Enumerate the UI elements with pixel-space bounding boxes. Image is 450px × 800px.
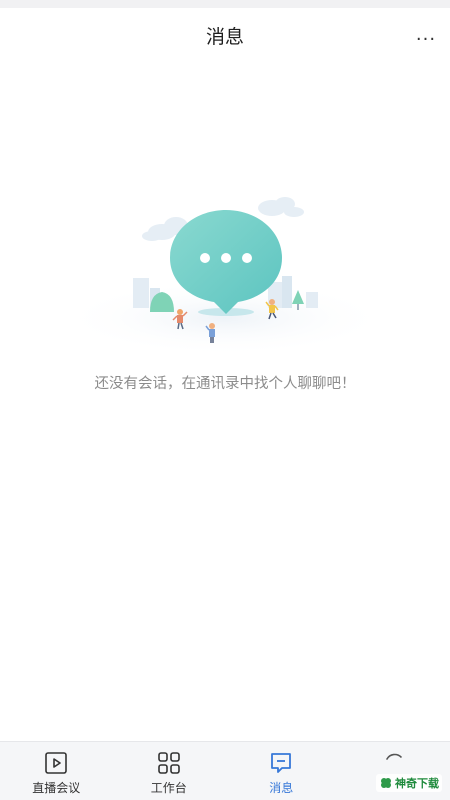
building-right-3 — [306, 292, 318, 308]
tab-workbench[interactable]: 工作台 — [113, 742, 226, 800]
navigation-bar: 消息 ... — [0, 8, 450, 60]
watermark-text: 神奇下载 — [395, 777, 439, 790]
loading-spinner-icon — [385, 753, 402, 760]
bubble-dot-1 — [200, 253, 210, 263]
building-left — [133, 278, 149, 308]
empty-state-message: 还没有会话，在通讯录中找个人聊聊吧！ — [94, 376, 356, 392]
tab-live-meeting[interactable]: 直播会议 — [0, 742, 113, 800]
tab-label: 消息 — [269, 781, 294, 795]
grid-icon — [157, 752, 180, 774]
cloud-right — [258, 197, 304, 217]
clover-icon — [381, 778, 391, 788]
bubble-dot-2 — [221, 253, 231, 263]
bubble-dot-3 — [242, 253, 252, 263]
chat-bubble-icon — [271, 753, 292, 773]
tab-messages[interactable]: 消息 — [225, 742, 338, 800]
tab-label: 工作台 — [150, 781, 187, 795]
play-box-icon — [45, 752, 68, 774]
page-title: 消息 — [205, 26, 244, 48]
empty-chat-illustration — [60, 197, 390, 356]
bottom-tab-bar: 直播会议 工作台 消息 神奇下载 — [0, 741, 450, 800]
building-right-2 — [282, 276, 292, 308]
watermark-logo: 神奇下载 — [376, 774, 442, 792]
tab-label: 直播会议 — [32, 781, 81, 795]
status-bar — [0, 0, 450, 8]
more-options-button[interactable]: ... — [410, 20, 442, 48]
